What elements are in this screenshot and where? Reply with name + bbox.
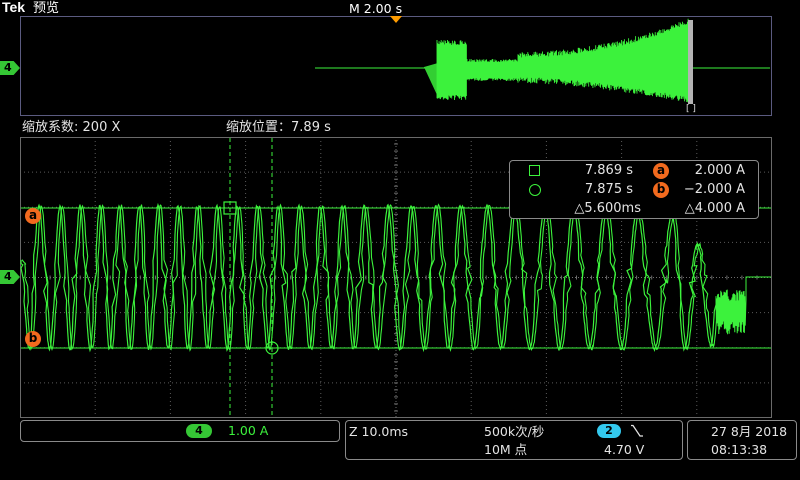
zoom-factor: 缩放系数: 200 X <box>22 120 120 135</box>
channel-status-box[interactable]: 4 1.00 A <box>20 420 340 442</box>
acquisition-trigger-box[interactable]: Z 10.0ms 500k次/秒 10M 点 2 4.70 V <box>345 420 683 460</box>
zoom-position-label: 缩放位置： <box>226 120 292 135</box>
circle-cursor-icon <box>529 184 541 196</box>
acquisition-mode-label: 预览 <box>33 1 60 16</box>
record-length: 10M 点 <box>484 442 528 457</box>
cursor-a-value: 2.000 A <box>694 163 745 178</box>
main-timebase-readout[interactable]: M 2.00 s <box>349 1 402 16</box>
cursor-1-time: 7.869 s <box>584 163 633 178</box>
overview-zoom-window-bar[interactable] <box>688 20 693 104</box>
zoom-factor-value: 200 X <box>82 120 121 135</box>
sample-rate: 500k次/秒 <box>484 424 545 439</box>
brand-logo: Tek <box>2 0 26 15</box>
channel-4-badge[interactable]: 4 <box>186 424 212 438</box>
overview-waveform <box>315 18 770 103</box>
zoom-timebase: Z 10.0ms <box>349 424 409 439</box>
zoom-position-value: 7.89 s <box>291 120 331 135</box>
square-cursor-icon <box>529 165 540 176</box>
overview-waveform-trace <box>315 18 770 103</box>
trigger-position-icon <box>390 16 402 23</box>
trigger-source-badge[interactable]: 2 <box>597 424 621 438</box>
datetime-box[interactable]: 27 8月 2018 08:13:38 <box>687 420 797 460</box>
cursor-delta-time: △5.600ms <box>574 201 641 216</box>
overview-waveform-onset <box>424 63 438 97</box>
zoom-factor-label: 缩放系数: <box>22 120 79 135</box>
zoom-window-marker: [ ] <box>686 104 696 114</box>
cursor-a-marker[interactable]: a <box>25 208 41 224</box>
main-waveform-tail <box>715 276 771 335</box>
scope-display <box>20 16 772 418</box>
channel-4-scale: 1.00 A <box>228 423 269 438</box>
cursor-b-marker[interactable]: b <box>25 331 41 347</box>
cursor-a-badge: a <box>653 163 669 179</box>
falling-edge-icon <box>631 424 643 437</box>
trigger-level: 4.70 V <box>604 442 645 457</box>
cursor-b-badge: b <box>653 182 669 198</box>
time-readout: 08:13:38 <box>711 442 768 457</box>
cursor-2-time: 7.875 s <box>584 182 633 197</box>
cursor-b-value: −2.000 A <box>683 182 745 197</box>
date-readout: 27 8月 2018 <box>711 424 788 439</box>
zoom-position: 缩放位置：7.89 s <box>226 120 331 135</box>
cursor-delta-value: △4.000 A <box>684 201 745 216</box>
